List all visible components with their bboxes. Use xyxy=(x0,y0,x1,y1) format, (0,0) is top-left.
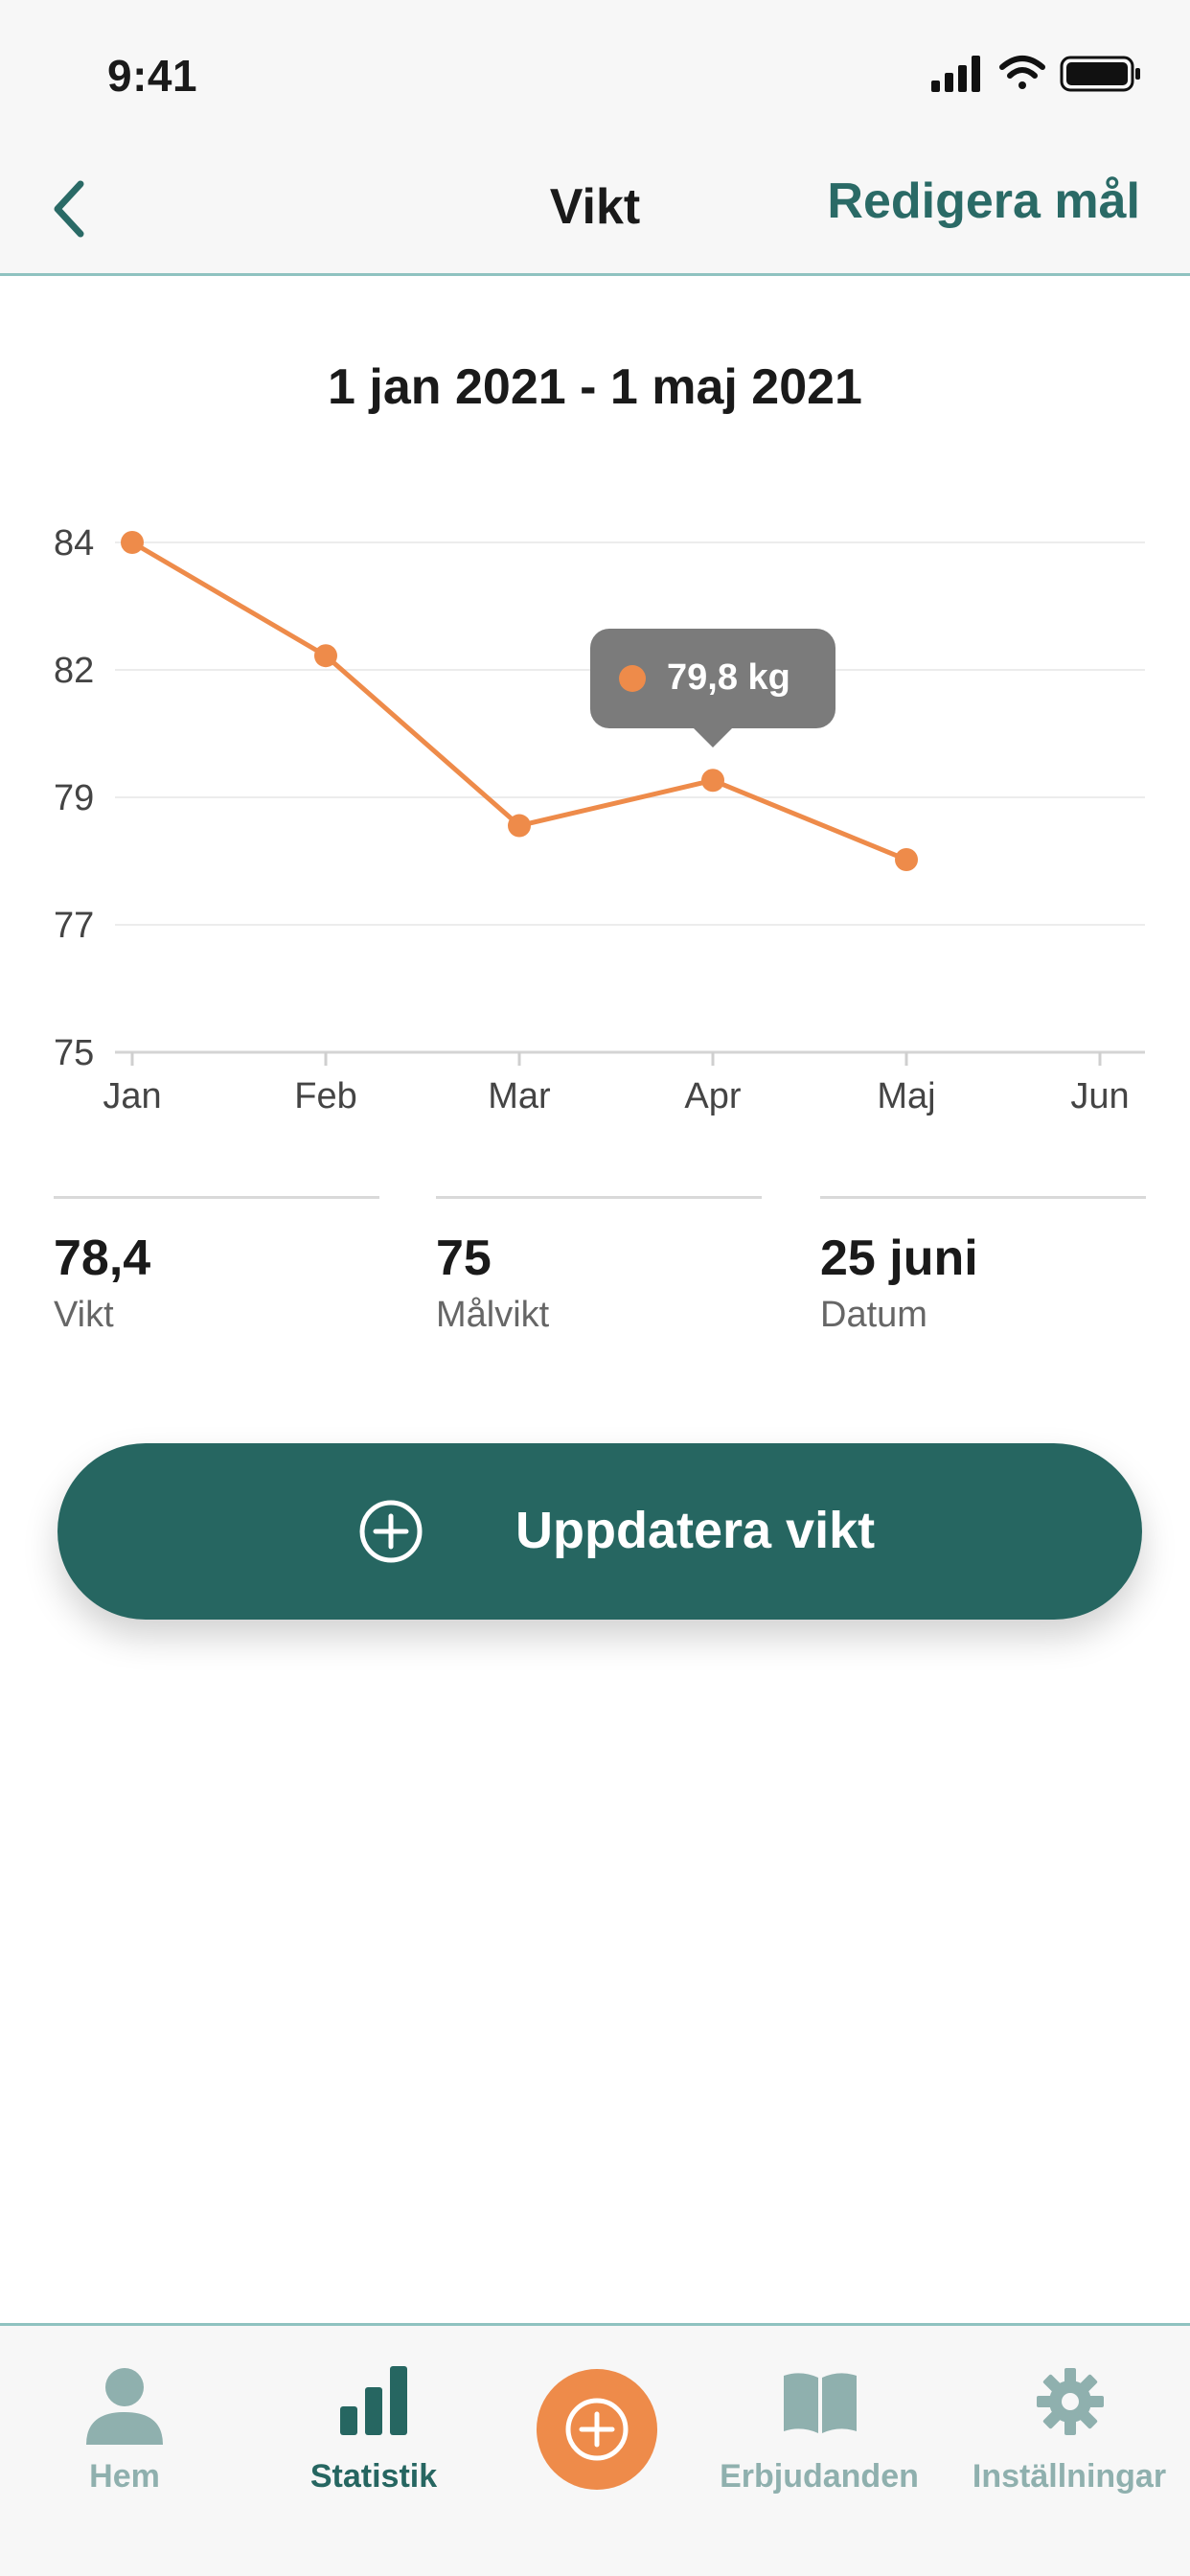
tab-home[interactable]: Hem xyxy=(57,2326,192,2518)
tab-label: Statistik xyxy=(309,2458,438,2495)
status-bar: 9:41 xyxy=(0,0,1190,144)
data-point xyxy=(701,769,724,793)
plus-circle-icon xyxy=(359,1500,423,1563)
person-icon xyxy=(86,2368,163,2445)
battery-icon xyxy=(1060,56,1140,92)
x-tick-label: Maj xyxy=(877,1076,935,1116)
stat-goal-weight: 75 Målvikt xyxy=(436,1196,762,1336)
bar-chart-icon xyxy=(340,2366,407,2435)
stat-value: 78,4 xyxy=(54,1230,151,1286)
gear-icon xyxy=(1037,2368,1104,2435)
stat-label: Målvikt xyxy=(436,1295,550,1335)
x-tick-label: Jan xyxy=(103,1076,161,1116)
x-tick-label: Apr xyxy=(684,1076,741,1116)
edit-goal-button[interactable]: Redigera mål xyxy=(827,172,1140,230)
tab-settings[interactable]: Inställningar xyxy=(958,2326,1180,2518)
data-point xyxy=(508,814,531,838)
stat-weight: 78,4 Vikt xyxy=(54,1196,379,1336)
stat-divider xyxy=(436,1196,762,1199)
stat-label: Datum xyxy=(820,1295,927,1335)
y-tick-label: 82 xyxy=(54,651,94,691)
chart-tooltip: 79,8 kg xyxy=(590,629,835,748)
nav-header: Vikt Redigera mål xyxy=(0,144,1190,276)
stat-value: 25 juni xyxy=(820,1230,978,1286)
book-icon xyxy=(784,2373,857,2433)
status-icons xyxy=(931,56,1140,92)
status-time: 9:41 xyxy=(107,51,198,101)
weight-chart-svg: 84 82 79 77 75Jan Feb Mar Apr Maj Jun xyxy=(54,523,1145,1116)
data-point xyxy=(121,531,144,554)
wifi-icon xyxy=(999,56,1045,89)
weight-chart: 84 82 79 77 75 Jan Feb Mar Apr Maj Jun 79,8 kg xyxy=(0,479,1190,1150)
y-tick-label: 75 xyxy=(54,1033,94,1073)
add-button[interactable] xyxy=(537,2369,657,2490)
stat-date: 25 juni Datum xyxy=(820,1196,1146,1336)
x-tick-label: Mar xyxy=(488,1076,551,1116)
add-circle-icon xyxy=(565,2398,629,2461)
tooltip-text: 79,8 kg xyxy=(667,657,790,699)
x-tick-label: Jun xyxy=(1070,1076,1129,1116)
y-tick-label: 79 xyxy=(54,778,94,818)
stat-divider xyxy=(54,1196,379,1199)
stat-divider xyxy=(820,1196,1146,1199)
date-range: 1 jan 2021 - 1 maj 2021 xyxy=(328,359,862,415)
tab-statistics[interactable]: Statistik xyxy=(287,2326,460,2518)
update-weight-label: Uppdatera vikt xyxy=(515,1502,876,1559)
y-tick-label: 84 xyxy=(54,523,94,564)
update-weight-button[interactable]: Uppdatera vikt xyxy=(57,1443,1142,1620)
data-point xyxy=(895,848,918,872)
tab-offers[interactable]: Erbjudanden xyxy=(709,2326,929,2518)
signal-icon xyxy=(931,56,980,92)
tab-bar: Hem Statistik Erbjudanden Inställningar xyxy=(0,2323,1190,2576)
stat-value: 75 xyxy=(436,1230,492,1286)
tab-label: Erbjudanden xyxy=(720,2458,919,2495)
data-point xyxy=(314,644,337,668)
x-tick-label: Feb xyxy=(294,1076,356,1116)
y-tick-label: 77 xyxy=(54,906,94,946)
tab-label: Inställningar xyxy=(972,2458,1167,2495)
tab-label: Hem xyxy=(89,2458,160,2495)
tooltip-dot xyxy=(619,665,646,693)
stat-label: Vikt xyxy=(54,1295,114,1335)
